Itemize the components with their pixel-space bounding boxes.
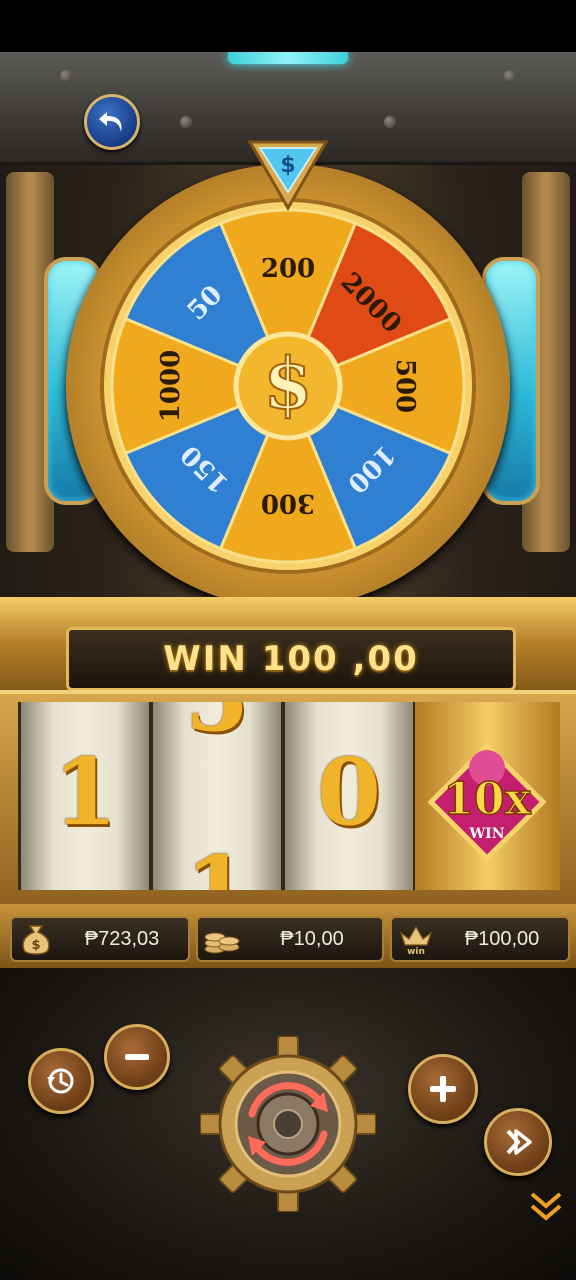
- back-button[interactable]: [84, 94, 140, 150]
- multiplier-reel: 10x WIN: [415, 702, 560, 890]
- bolt-icon: [180, 116, 192, 128]
- spin-button[interactable]: [199, 1035, 377, 1213]
- crown-win-icon: win: [396, 921, 436, 957]
- plus-icon: [430, 1076, 456, 1102]
- reel-2-digit-below: 1: [184, 836, 249, 890]
- win-display: WIN 100 ,00: [66, 627, 516, 691]
- multiplier-badge: 10x WIN: [427, 742, 547, 862]
- dollar-icon: $: [264, 342, 313, 425]
- back-arrow-icon: [99, 112, 122, 132]
- bolt-icon: [384, 116, 396, 128]
- reel-2-digit-above: 5: [153, 702, 281, 752]
- game-stage: 200 2000 500 100 300 150 1000 50 $ $ WIN 100 ,00…: [0, 52, 576, 1280]
- svg-text:win: win: [407, 947, 425, 955]
- wheel-segment-label: 1000: [156, 350, 186, 422]
- bolt-icon: [60, 70, 72, 82]
- top-light-vent: [228, 52, 348, 64]
- svg-text:$: $: [31, 938, 40, 953]
- control-panel: [0, 968, 576, 1280]
- history-icon: [47, 1068, 74, 1094]
- reel-3-digit: 0: [316, 738, 381, 846]
- wheel-segment-label: 200: [261, 254, 315, 284]
- money-bag-icon: $: [16, 921, 56, 957]
- turbo-button[interactable]: [484, 1108, 552, 1176]
- reel-2: 5 1: [150, 702, 284, 890]
- history-button[interactable]: [28, 1048, 94, 1114]
- chevron-down-icon[interactable]: [526, 1186, 566, 1226]
- bet-display: ₱10,00: [196, 916, 384, 962]
- reel-1: 1: [18, 702, 152, 890]
- multiplier-label: WIN: [468, 826, 504, 842]
- reel-1-digit: 1: [52, 738, 117, 846]
- fast-forward-icon: [506, 1129, 532, 1155]
- win-total-value: ₱100,00: [464, 927, 540, 950]
- prize-wheel: 200 2000 500 100 300 150 1000 50 $: [66, 164, 510, 608]
- decrease-bet-button[interactable]: [104, 1024, 170, 1090]
- win-banner: WIN 100 ,00: [0, 597, 576, 697]
- reel-frame: 1 5 1 0 10x WIN: [0, 690, 576, 910]
- wheel-pointer: $: [247, 140, 329, 212]
- reel-3: 0: [282, 702, 416, 890]
- minus-icon: [125, 1054, 149, 1060]
- wheel-segment-label: 300: [261, 488, 315, 518]
- bet-value: ₱10,00: [280, 927, 344, 950]
- multiplier-value: 10x: [443, 774, 531, 825]
- pointer-dollar-icon: $: [280, 153, 295, 178]
- wheel-segments: 200 2000500100300150100050$: [100, 198, 476, 574]
- win-total-display: win ₱100,00: [390, 916, 570, 962]
- balance-value: ₱723,03: [84, 927, 160, 950]
- balance-display: $ ₱723,03: [10, 916, 190, 962]
- stats-bar: $ ₱723,03 ₱10,00 win ₱100,00: [0, 904, 576, 968]
- spin-icon: [199, 1035, 377, 1213]
- increase-bet-button[interactable]: [408, 1054, 478, 1124]
- bolt-icon: [504, 70, 516, 82]
- wheel-segment-label: 500: [390, 359, 420, 413]
- coin-stack-icon: [202, 921, 242, 957]
- win-amount-text: WIN 100 ,00: [163, 639, 419, 679]
